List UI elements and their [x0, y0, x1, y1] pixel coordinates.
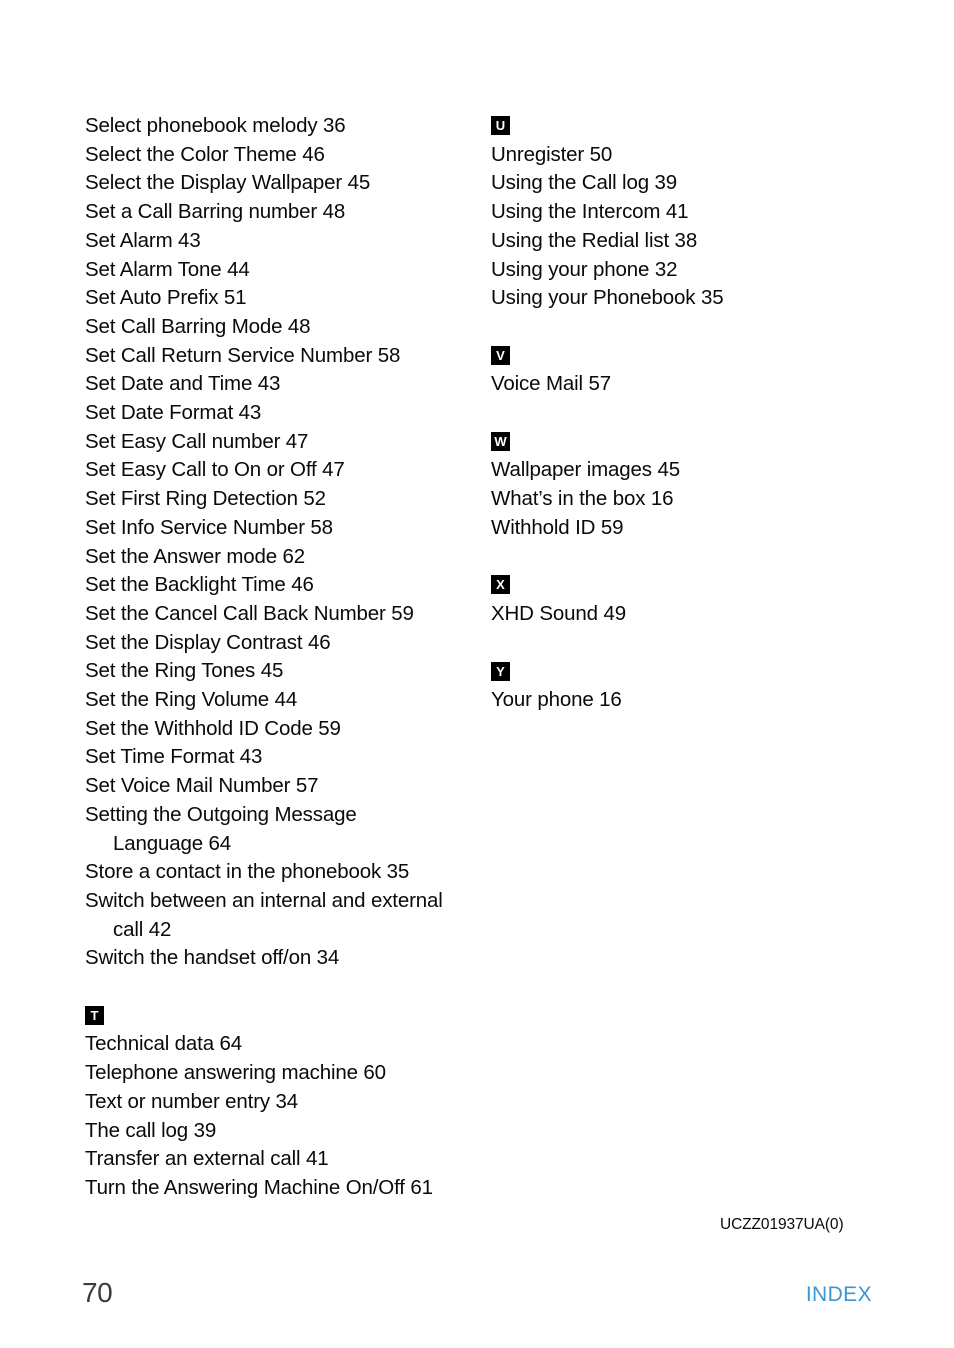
index-entry: Set the Cancel Call Back Number 59 — [85, 601, 414, 625]
index-entry: Set Call Return Service Number 58 — [85, 343, 401, 367]
section-letter-badge: W — [491, 431, 510, 451]
index-entry: Set the Backlight Time 46 — [85, 573, 314, 597]
page-number: 70 — [82, 1277, 113, 1308]
index-entry: Set the Ring Volume 44 — [85, 688, 298, 712]
index-section-x: X XHD Sound 49 — [491, 571, 891, 628]
footer-section-label: INDEX — [805, 1283, 872, 1306]
index-entry: Your phone 16 — [491, 687, 622, 711]
index-entry: Set a Call Barring number 48 — [85, 200, 346, 224]
index-entry: Using the Call log 39 — [491, 171, 678, 195]
index-entry: Set Easy Call to On or Off 47 — [85, 458, 345, 482]
index-entry: Using the Intercom 41 — [491, 200, 689, 224]
index-entry: Set Info Service Number 58 — [85, 515, 333, 539]
section-letter-row: X — [491, 571, 891, 600]
index-entry: Technical data 64 — [85, 1032, 243, 1056]
index-entry: Select the Color Theme 46 — [85, 142, 325, 166]
index-entry: Text or number entry 34 — [85, 1089, 299, 1113]
index-entry: Set Alarm 43 — [85, 228, 201, 252]
index-entry: Using the Redial list 38 — [491, 228, 698, 252]
index-section-y: Y Your phone 16 — [491, 657, 891, 714]
index-entry: Unregister 50 — [491, 142, 613, 166]
index-entry-continuation: call 42 — [113, 917, 172, 941]
section-letter-badge: U — [491, 116, 510, 136]
section-letter-badge: V — [491, 345, 510, 365]
section-letter-badge: T — [85, 1006, 104, 1026]
index-section-t: T Technical data 64 Telephone answering ma… — [85, 1002, 485, 1203]
section-letter-row: W — [491, 428, 891, 457]
index-section-w: W Wallpaper images 45 What’s in the box 16… — [491, 428, 891, 543]
index-entry: Set First Ring Detection 52 — [85, 487, 326, 511]
index-entry: Voice Mail 57 — [491, 372, 611, 396]
section-letter-row: V — [491, 342, 891, 371]
index-section-u: U Unregister 50 Using the Call log 39 Using… — [491, 112, 891, 313]
index-column-left: Select phonebook melody 36 Select the Col… — [85, 112, 485, 1203]
index-entry: Set Time Format 43 — [85, 745, 263, 769]
section-letter-row: T — [85, 1002, 485, 1031]
index-entry: Set Easy Call number 47 — [85, 429, 309, 453]
page-footer: 70 INDEX — [0, 1276, 954, 1316]
index-entry: Set the Ring Tones 45 — [85, 659, 284, 683]
document-code: UCZZ01937UA(0) — [720, 1216, 844, 1233]
index-entry: Set the Answer mode 62 — [85, 544, 306, 568]
index-entry: Set the Withhold ID Code 59 — [85, 716, 341, 740]
index-entry: Set the Display Contrast 46 — [85, 630, 331, 654]
index-entry: Transfer an external call 41 — [85, 1147, 329, 1171]
index-entry: Set Date and Time 43 — [85, 372, 281, 396]
index-column-right: U Unregister 50 Using the Call log 39 Using… — [491, 112, 891, 715]
section-letter-row: Y — [491, 657, 891, 686]
index-entry: What’s in the box 16 — [491, 487, 674, 511]
index-entry: Set Voice Mail Number 57 — [85, 774, 319, 798]
index-entry: Store a contact in the phonebook 35 — [85, 860, 410, 884]
index-entry: Switch between an internal and external — [85, 888, 443, 912]
index-entry: Using your phone 32 — [491, 257, 678, 281]
index-entry: Set Auto Prefix 51 — [85, 286, 247, 310]
index-entry: Wallpaper images 45 — [491, 458, 680, 482]
index-entry: Set Date Format 43 — [85, 401, 262, 425]
index-entry: Telephone answering machine 60 — [85, 1061, 386, 1085]
section-letter-badge: X — [491, 575, 510, 595]
index-entry: Withhold ID 59 — [491, 515, 624, 539]
index-entry: Set Call Barring Mode 48 — [85, 314, 311, 338]
index-entry: XHD Sound 49 — [491, 601, 626, 625]
index-entry: Set Alarm Tone 44 — [85, 257, 250, 281]
index-entry: Select the Display Wallpaper 45 — [85, 171, 371, 195]
section-letter-row: U — [491, 112, 891, 141]
index-entry: Select phonebook melody 36 — [85, 114, 346, 137]
index-entry: Turn the Answering Machine On/Off 61 — [85, 1175, 433, 1199]
index-page: Select phonebook melody 36 Select the Col… — [0, 0, 954, 1348]
index-entry-continuation: Language 64 — [113, 831, 232, 855]
index-entry: Switch the handset off/on 34 — [85, 946, 340, 970]
index-section-continued: Select phonebook melody 36 Select the Col… — [85, 112, 485, 973]
index-entry: Setting the Outgoing Message — [85, 802, 357, 826]
index-entry: The call log 39 — [85, 1118, 217, 1142]
index-entry: Using your Phonebook 35 — [491, 286, 724, 310]
index-section-v: V Voice Mail 57 — [491, 342, 891, 399]
section-letter-badge: Y — [491, 661, 510, 681]
